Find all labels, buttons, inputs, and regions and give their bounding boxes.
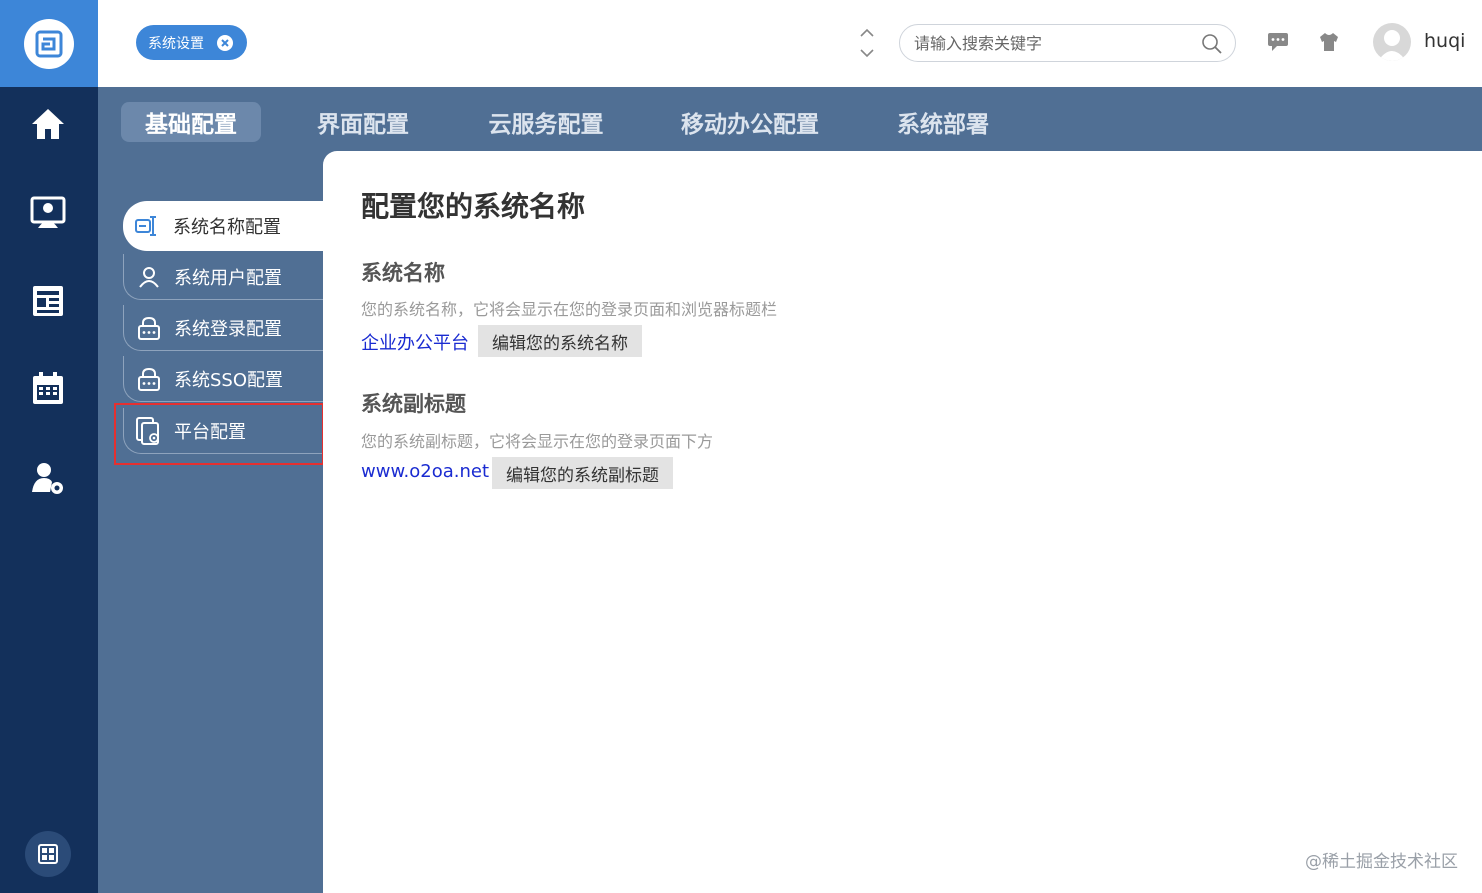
tab-chip-system-settings[interactable]: 系统设置 (136, 25, 247, 60)
app-logo-icon (24, 18, 74, 69)
close-icon[interactable] (217, 35, 233, 51)
username[interactable]: huqi (1424, 30, 1465, 52)
user-settings-icon[interactable] (24, 454, 72, 502)
tab-chip-label: 系统设置 (148, 35, 204, 52)
left-nav (0, 0, 98, 893)
user-icon (134, 262, 164, 292)
search-box (899, 24, 1236, 62)
tab-ui-config[interactable]: 界面配置 (298, 102, 428, 142)
content-panel (323, 151, 1482, 893)
user-screen-icon[interactable] (24, 188, 72, 236)
tab-system-deploy[interactable]: 系统部署 (888, 102, 998, 142)
page-title: 配置您的系统名称 (361, 190, 586, 223)
apps-grid-icon[interactable] (25, 831, 71, 877)
calendar-icon[interactable] (24, 364, 72, 412)
top-bar: 系统设置 请输入搜索关键字 huqi (98, 0, 1482, 87)
submenu-label: 系统登录配置 (174, 318, 282, 340)
submenu-system-login[interactable]: 系统登录配置 (123, 305, 323, 351)
avatar[interactable] (1373, 23, 1411, 61)
name-config-icon (133, 211, 163, 241)
submenu-system-user[interactable]: 系统用户配置 (123, 254, 323, 300)
search-icon[interactable] (1201, 33, 1223, 59)
highlight-box (114, 403, 324, 465)
message-icon[interactable] (1267, 32, 1289, 56)
submenu-label: 系统名称配置 (173, 217, 281, 238)
tab-basic-config[interactable]: 基础配置 (121, 102, 261, 142)
submenu-system-name[interactable]: 系统名称配置 (123, 201, 323, 251)
tab-mobile-config[interactable]: 移动办公配置 (670, 102, 830, 142)
edit-system-subtitle-button[interactable]: 编辑您的系统副标题 (492, 457, 673, 489)
system-name-description: 您的系统名称，它将会显示在您的登录页面和浏览器标题栏 (361, 300, 778, 319)
system-subtitle-heading: 系统副标题 (361, 392, 466, 416)
home-icon[interactable] (24, 100, 72, 148)
submenu-label: 系统SSO配置 (174, 369, 284, 391)
submenu-label: 系统用户配置 (174, 267, 282, 289)
settings-tabs: 基础配置 界面配置 云服务配置 移动办公配置 系统部署 (98, 87, 1482, 151)
system-subtitle-description: 您的系统副标题，它将会显示在您的登录页面下方 (361, 432, 714, 451)
system-name-value: 企业办公平台 (361, 333, 469, 354)
news-icon[interactable] (24, 276, 72, 324)
lock-icon (134, 364, 164, 394)
edit-system-name-button[interactable]: 编辑您的系统名称 (478, 325, 642, 357)
lock-icon (134, 313, 164, 343)
submenu-system-sso[interactable]: 系统SSO配置 (123, 356, 323, 402)
logo-area[interactable] (0, 0, 98, 87)
tab-cloud-config[interactable]: 云服务配置 (476, 102, 616, 142)
system-name-heading: 系统名称 (361, 261, 445, 285)
system-subtitle-value: www.o2oa.net (361, 461, 490, 482)
expand-collapse-icon[interactable] (858, 26, 876, 60)
watermark: @稀土掘金技术社区 (1305, 852, 1458, 872)
skin-tshirt-icon[interactable] (1318, 31, 1340, 57)
search-input[interactable] (914, 25, 1194, 61)
